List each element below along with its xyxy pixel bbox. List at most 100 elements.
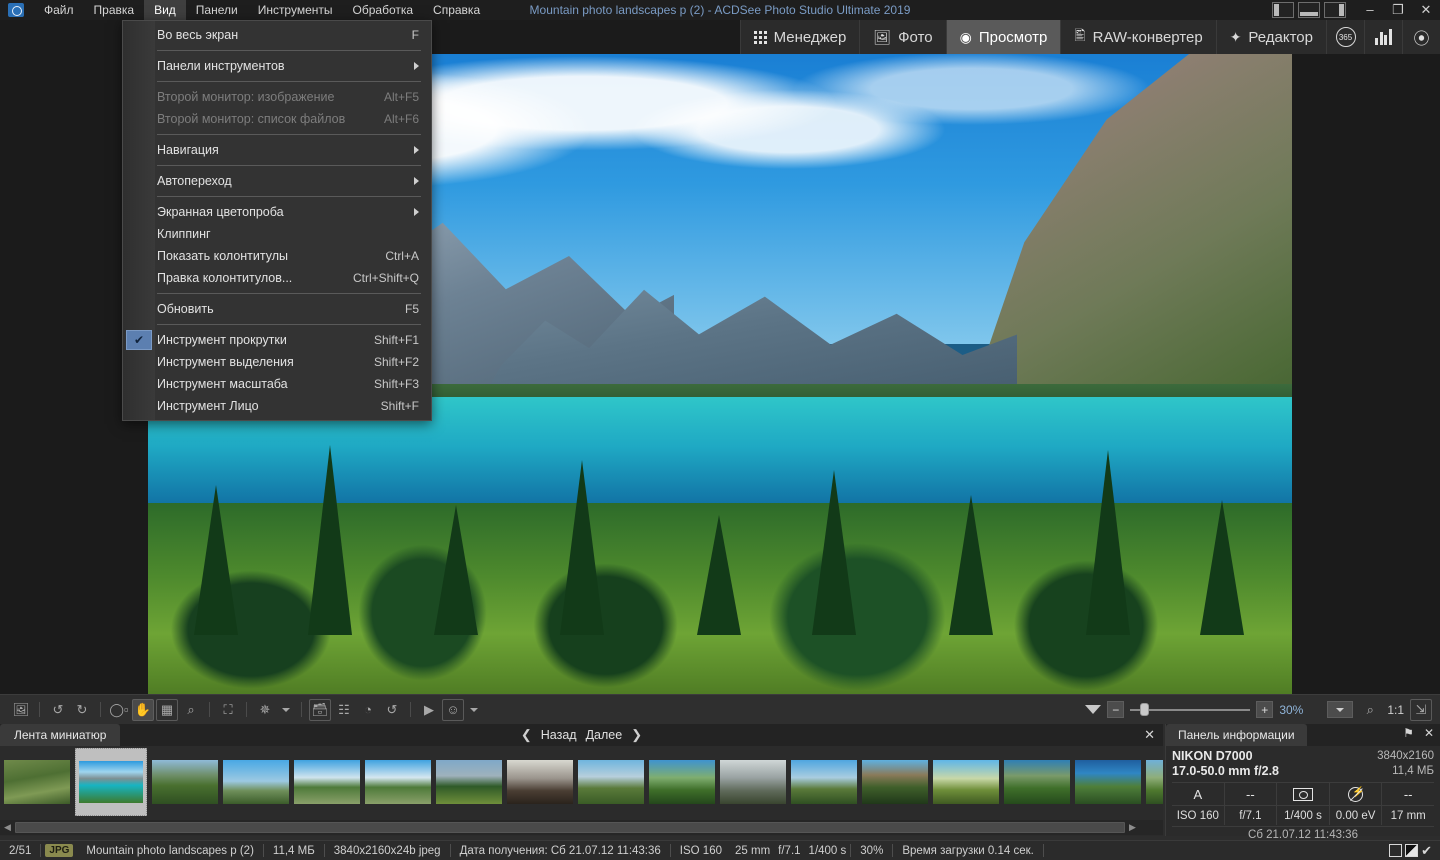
menu-separator [157, 293, 421, 294]
adjust-sliders-button[interactable]: ☷ [333, 699, 355, 721]
scroll-left-arrow-icon[interactable]: ◀ [0, 822, 15, 833]
face-tool-button[interactable]: ☺ [442, 698, 464, 721]
thumbnail-strip[interactable] [0, 746, 1163, 818]
shooting-mode-row: A -- -- [1172, 782, 1434, 806]
menu-item-fullscreen[interactable]: Во весь экран F [123, 24, 431, 46]
menu-panels[interactable]: Панели [186, 0, 248, 20]
toolbar-separator [209, 702, 210, 717]
thumb-10[interactable] [649, 760, 715, 804]
layout-right-panel-button[interactable] [1324, 2, 1346, 18]
fit-screen-button[interactable]: ⛶ [217, 699, 239, 721]
tab-raw-converter[interactable]: 🖺 RAW-конвертер [1060, 20, 1215, 54]
face-tool-dropdown-caret[interactable] [470, 707, 478, 712]
minimize-button[interactable]: – [1356, 0, 1384, 20]
tab-photo[interactable]: 🖼 Фото [859, 20, 945, 54]
thumb-6[interactable] [365, 760, 431, 804]
rotate-refresh-button[interactable]: ↺ [381, 699, 403, 721]
menu-item-show-headers[interactable]: Показать колонтитулы Ctrl+A [123, 245, 431, 267]
thumb-16[interactable] [1075, 760, 1141, 804]
menu-item-select-tool[interactable]: Инструмент выделения Shift+F2 [123, 351, 431, 373]
menu-item-toolbars[interactable]: Панели инструментов [123, 55, 431, 77]
thumb-17[interactable] [1146, 760, 1163, 804]
histogram-icon[interactable] [1364, 20, 1402, 54]
rotate-right-button[interactable]: ↻ [71, 699, 93, 721]
thumb-15[interactable] [1004, 760, 1070, 804]
tab-info-panel[interactable]: Панель информации [1166, 724, 1307, 746]
collapse-panel-caret[interactable] [1085, 705, 1102, 714]
layout-left-panel-button[interactable] [1272, 2, 1294, 18]
rotate-left-button[interactable]: ↺ [47, 699, 69, 721]
prev-chevron-icon[interactable]: ❮ [521, 727, 532, 743]
menu-item-zoom-tool[interactable]: Инструмент масштаба Shift+F3 [123, 373, 431, 395]
menu-item-navigation[interactable]: Навигация [123, 139, 431, 161]
thumb-7[interactable] [436, 760, 502, 804]
menu-item-face-tool[interactable]: Инструмент Лицо Shift+F [123, 395, 431, 417]
menu-item-second-monitor-image[interactable]: Второй монитор: изображение Alt+F5 [123, 86, 431, 108]
exposure-button[interactable]: ◔ [357, 699, 379, 721]
scrollbar-thumb[interactable] [15, 822, 1125, 833]
thumb-14[interactable] [933, 760, 999, 804]
menu-item-clipping[interactable]: Клиппинг [123, 223, 431, 245]
fit-to-window-button[interactable]: ⇲ [1410, 698, 1432, 721]
zoom-preset-dropdown[interactable] [1327, 701, 1354, 718]
menu-edit[interactable]: Правка [84, 0, 145, 20]
open-image-button[interactable]: 🖼 [10, 699, 32, 721]
pin-icon[interactable]: ⚑ [1403, 726, 1414, 740]
thumb-3[interactable] [152, 760, 218, 804]
menu-item-second-monitor-filelist[interactable]: Второй монитор: список файлов Alt+F6 [123, 108, 431, 130]
lens-model: 17.0-50.0 mm f/2.8 [1172, 764, 1280, 778]
menu-item-softproofing[interactable]: Экранная цветопроба [123, 201, 431, 223]
zoom-slider-knob[interactable] [1140, 703, 1150, 716]
select-tool-button[interactable]: ▦ [156, 698, 178, 721]
info-close-icon[interactable]: ✕ [1424, 726, 1434, 740]
thumb-5[interactable] [294, 760, 360, 804]
thumb-8[interactable] [507, 760, 573, 804]
tab-filmstrip[interactable]: Лента миниатюр [0, 724, 121, 746]
menu-help[interactable]: Справка [423, 0, 490, 20]
menu-item-edit-headers[interactable]: Правка колонтитулов... Ctrl+Shift+Q [123, 267, 431, 289]
menu-item-autoadvance[interactable]: Автопереход [123, 170, 431, 192]
quick-view-icon[interactable]: ⦿ [1402, 20, 1440, 54]
thumb-13[interactable] [862, 760, 928, 804]
thumb-12[interactable] [791, 760, 857, 804]
auto-fix-button[interactable]: ✵ [254, 699, 276, 721]
filmstrip-close-icon[interactable]: ✕ [1144, 727, 1155, 743]
menu-view[interactable]: Вид [144, 0, 186, 20]
zoom-plus-button[interactable]: + [1256, 701, 1274, 718]
next-chevron-icon[interactable]: ❯ [631, 727, 642, 743]
tab-view[interactable]: ◉ Просмотр [945, 20, 1061, 54]
batch-button[interactable]: 🗃 [309, 698, 331, 721]
restore-button[interactable]: ❐ [1384, 0, 1412, 20]
next-label[interactable]: Далее [586, 728, 623, 742]
tab-editor[interactable]: ✦ Редактор [1215, 20, 1326, 54]
slideshow-button[interactable]: ▶ [418, 699, 440, 721]
acdsee-365-icon[interactable]: 365 [1326, 20, 1364, 54]
menu-process[interactable]: Обработка [343, 0, 424, 20]
pan-tool-button[interactable]: ✋ [132, 698, 154, 721]
zoom-tool-button[interactable]: ⌕ [180, 699, 202, 721]
thumbnail-selected[interactable] [75, 748, 147, 816]
zoom-minus-button[interactable]: − [1107, 701, 1125, 718]
menu-item-refresh[interactable]: Обновить F5 [123, 298, 431, 320]
prev-label[interactable]: Назад [541, 728, 577, 742]
background-check-toggle[interactable]: ✔ [1421, 844, 1432, 857]
close-button[interactable]: ✕ [1412, 0, 1440, 20]
scroll-right-arrow-icon[interactable]: ▶ [1125, 822, 1140, 833]
thumb-9[interactable] [578, 760, 644, 804]
background-split-toggle[interactable] [1405, 844, 1419, 857]
thumb-4[interactable] [223, 760, 289, 804]
menu-tools[interactable]: Инструменты [248, 0, 343, 20]
thumb-1[interactable] [4, 760, 70, 804]
tab-manager[interactable]: Менеджер [739, 20, 860, 54]
filmstrip-horizontal-scrollbar[interactable]: ◀ ▶ [0, 820, 1163, 835]
zoom-slider[interactable] [1130, 701, 1251, 718]
background-white-toggle[interactable] [1389, 844, 1403, 857]
menu-item-scroll-tool[interactable]: ✔ Инструмент прокрутки Shift+F1 [123, 329, 431, 351]
zoom-out-icon[interactable]: ⌕ [1359, 699, 1381, 721]
thumb-11[interactable] [720, 760, 786, 804]
menu-file[interactable]: Файл [34, 0, 84, 20]
layout-bottom-panel-button[interactable] [1298, 2, 1320, 18]
auto-fix-dropdown-caret[interactable] [282, 707, 290, 712]
crop-button[interactable]: ◯▫ [108, 699, 130, 721]
actual-size-label[interactable]: 1:1 [1387, 703, 1404, 717]
